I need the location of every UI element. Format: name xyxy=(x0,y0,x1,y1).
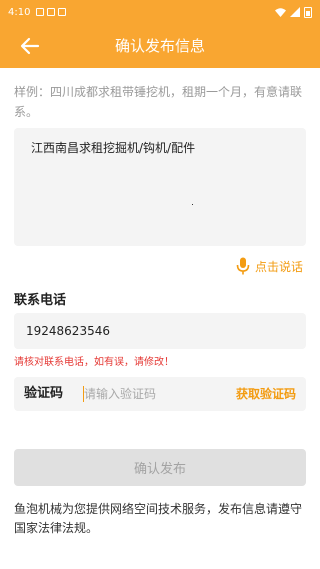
arrow-left-icon xyxy=(20,37,40,55)
voice-label: 点击说话 xyxy=(255,259,304,274)
status-right xyxy=(275,6,312,18)
confirm-publish-button[interactable]: 确认发布 xyxy=(14,449,306,486)
verification-code-input[interactable] xyxy=(84,384,224,404)
voice-input-button[interactable]: 点击说话 xyxy=(236,256,303,276)
app-bar: 确认发布信息 xyxy=(0,24,320,68)
back-button[interactable] xyxy=(18,34,44,58)
battery-icon xyxy=(304,6,312,18)
microphone-icon xyxy=(236,257,250,275)
notification-icon xyxy=(58,8,67,16)
get-code-button[interactable]: 获取验证码 xyxy=(236,377,296,411)
notification-icon xyxy=(36,8,45,16)
notification-icon xyxy=(47,8,56,16)
status-time: 4:10 xyxy=(8,6,31,18)
phone-heading: 联系电话 xyxy=(14,293,67,308)
example-hint: 样例：四川成都求租带锤挖机，租期一个月，有意请联系。 xyxy=(14,85,303,119)
wifi-icon xyxy=(275,7,286,17)
notification-icons xyxy=(36,8,67,16)
verification-label: 验证码 xyxy=(24,386,64,401)
page-title: 确认发布信息 xyxy=(114,37,205,55)
verification-row: 验证码 获取验证码 xyxy=(14,377,306,411)
status-bar: 4:10 xyxy=(0,0,320,24)
phone-input[interactable]: 19248623546 xyxy=(14,313,306,349)
phone-warning: 请核对联系电话，如有误，请修改！ xyxy=(14,357,174,368)
description-text: 江西南昌求租挖掘机/钩机/配件 xyxy=(31,141,196,155)
signal-icon xyxy=(290,7,300,17)
cursor-dot xyxy=(192,204,193,205)
description-textarea[interactable]: 江西南昌求租挖掘机/钩机/配件 xyxy=(14,128,306,246)
footer-notice: 鱼泡机械为您提供网络空间技术服务，发布信息请遵守国家法律法规。 xyxy=(14,502,303,535)
